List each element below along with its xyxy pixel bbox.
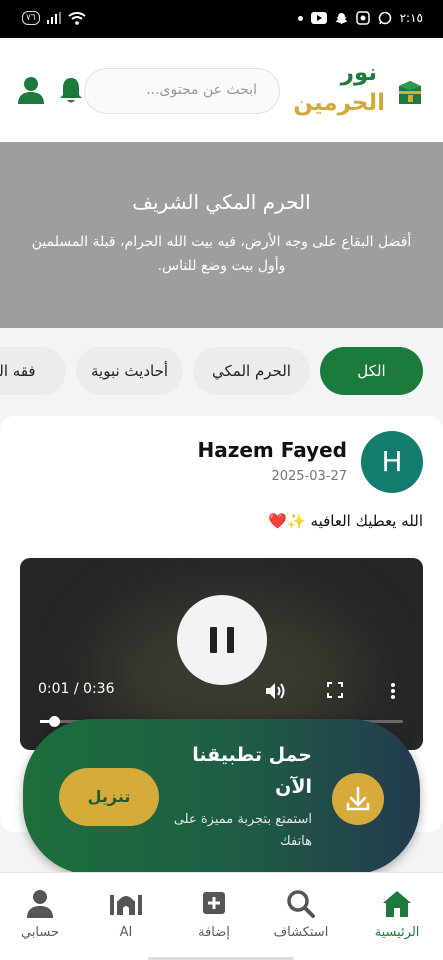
search-input[interactable]: ابحث عن محتوى... — [84, 68, 280, 114]
nav-item-add[interactable]: إضافة — [174, 887, 254, 940]
logo-text-line2: الحرمين — [293, 90, 385, 116]
app-header: نور الحرمين ابحث عن محتوى... — [0, 38, 443, 142]
nav-label-add: إضافة — [198, 925, 230, 940]
avatar[interactable]: H — [361, 431, 423, 493]
bell-icon[interactable] — [58, 76, 84, 104]
category-chip-makkah[interactable]: الحرم المكي — [193, 347, 310, 395]
plus-square-icon — [203, 892, 225, 914]
banner-title: الحرم المكي الشريف — [132, 190, 311, 214]
video-time: 0:01 / 0:36 — [38, 681, 115, 697]
nav-item-home[interactable]: الرئيسية — [357, 887, 437, 940]
hero-banner[interactable]: الحرم المكي الشريف أفضل البقاع على وجه ا… — [0, 142, 443, 328]
popup-subtitle: استمتع بتجربة مميزة على هاتفك — [173, 812, 312, 849]
nav-label-account: حسابي — [20, 925, 60, 940]
download-app-popup: حمل تطبيقنا الآن استمتع بتجربة مميزة على… — [23, 719, 420, 875]
popup-title: حمل تطبيقنا الآن — [192, 744, 312, 798]
user-profile-icon[interactable] — [18, 76, 44, 104]
nav-item-explore[interactable]: استكشاف — [261, 887, 341, 940]
status-indicators-left: ٧٦ — [22, 11, 86, 25]
signal-icon — [46, 12, 61, 24]
app-logo[interactable]: نور الحرمين — [293, 60, 425, 124]
status-bar: ٧٦ ٢:١٥ — [0, 0, 443, 38]
pause-button[interactable] — [177, 595, 267, 685]
app-screen: { "status_bar": { "time": "٢:١٥", "batte… — [0, 0, 443, 960]
youtube-icon — [310, 12, 327, 24]
bottom-navigation: الرئيسية استكشاف إضافة AI حسابي — [0, 872, 443, 960]
snapchat-icon — [335, 12, 348, 24]
post-author-name[interactable]: Hazem Fayed — [197, 438, 347, 462]
download-icon-badge — [332, 773, 384, 825]
nav-item-ai[interactable]: AI — [86, 887, 166, 940]
more-options-icon[interactable] — [390, 682, 396, 700]
post-text: الله يعطيك العافيه ✨❤️ — [268, 512, 423, 530]
whatsapp-icon — [378, 11, 391, 25]
download-icon — [346, 786, 370, 811]
category-chip-hadith[interactable]: أحاديث نبوية — [76, 347, 183, 395]
clock: ٢:١٥ — [399, 11, 423, 25]
wifi-icon — [68, 11, 86, 25]
nav-item-account[interactable]: حسابي — [0, 887, 80, 940]
mosque-icon — [110, 895, 142, 915]
pause-icon — [210, 627, 217, 653]
media-icon — [355, 11, 370, 25]
fullscreen-icon[interactable] — [327, 682, 343, 698]
category-chip-all[interactable]: الكل — [320, 347, 423, 395]
kaaba-icon — [399, 81, 421, 104]
status-indicators-right: ٢:١٥ — [297, 11, 423, 25]
category-filter-bar: الكل الحرم المكي أحاديث نبوية فقه العباد… — [0, 345, 443, 397]
home-icon — [383, 891, 411, 917]
logo-text-line1: نور — [340, 60, 377, 86]
search-icon — [287, 890, 315, 918]
nav-label-home: الرئيسية — [374, 925, 420, 940]
category-chip-fiqh[interactable]: فقه العبادات — [0, 347, 66, 395]
banner-description: أفضل البقاع على وجه الأرض، فيه بيت الله … — [31, 234, 412, 274]
nav-label-ai: AI — [119, 925, 133, 940]
video-progress-handle[interactable] — [48, 716, 60, 727]
person-icon — [27, 890, 53, 918]
post-date: 2025-03-27 — [271, 469, 347, 484]
battery-icon: ٧٦ — [22, 11, 40, 25]
volume-icon[interactable] — [265, 682, 287, 700]
download-button[interactable]: تنزيل — [59, 768, 159, 826]
nav-label-explore: استكشاف — [273, 925, 329, 940]
pause-icon-bar — [227, 627, 234, 653]
notification-dot-icon — [297, 15, 303, 21]
